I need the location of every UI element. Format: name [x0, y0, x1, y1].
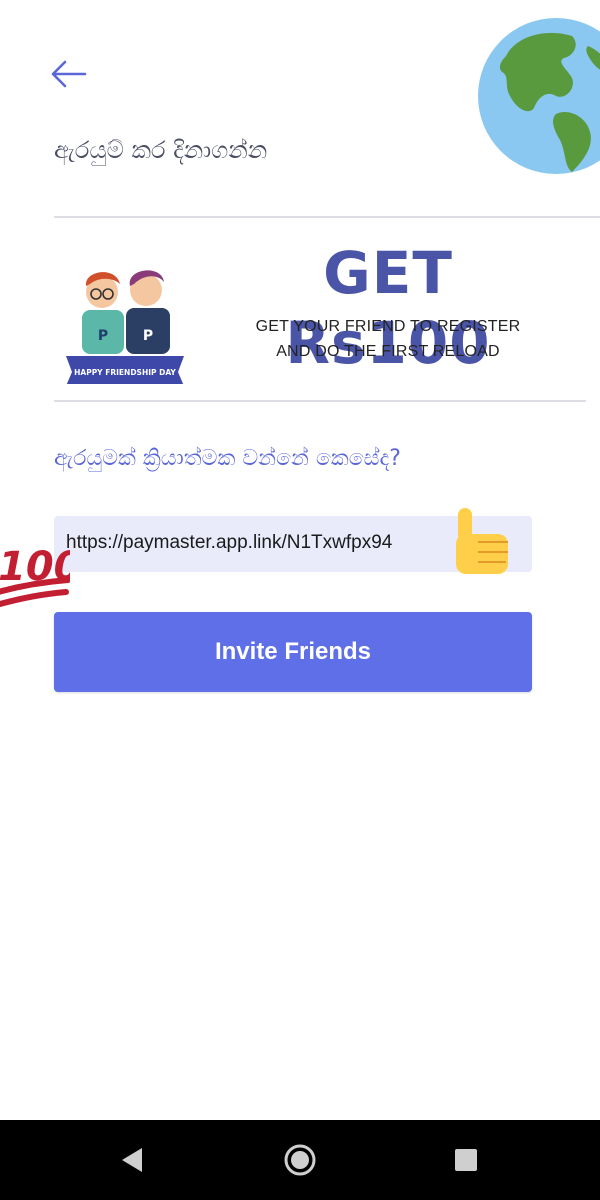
ribbon-text: HAPPY FRIENDSHIP DAY: [74, 368, 176, 377]
promo-banner: P P HAPPY FRIENDSHIP DAY GET Rs100 GET Y…: [54, 224, 586, 394]
banner-line-1: GET YOUR FRIEND TO REGISTER: [255, 318, 521, 335]
nav-recents-icon[interactable]: [454, 1148, 478, 1172]
hundred-points-icon: 100: [0, 544, 70, 607]
nav-back-icon[interactable]: [116, 1144, 148, 1176]
svg-text:P: P: [98, 328, 108, 344]
arrow-left-icon: [51, 60, 87, 88]
invite-screen: ඇරයුම් කර දිනාගන්න P P HAPPY FRIENDSHIP …: [0, 0, 600, 1120]
back-button[interactable]: [50, 56, 90, 92]
thumbs-up-icon: [456, 508, 508, 574]
how-it-works-link[interactable]: ඇරයුමක් ක්‍රියාත්මක වන්නේ කෙසේද?: [54, 446, 401, 471]
friends-illustration: P P HAPPY FRIENDSHIP DAY: [66, 270, 184, 384]
nav-home-icon[interactable]: [282, 1142, 318, 1178]
banner-line-2: AND DO THE FIRST RELOAD: [276, 343, 500, 360]
globe-icon: [478, 18, 600, 174]
page-title: ඇරයුම් කර දිනාගන්න: [54, 136, 268, 164]
invite-friends-button[interactable]: Invite Friends: [54, 612, 532, 692]
divider-bottom: [54, 400, 586, 402]
svg-text:P: P: [143, 328, 153, 344]
referral-link-text: https://paymaster.app.link/N1Txwfpx94: [66, 532, 393, 553]
divider-top: [54, 216, 600, 218]
